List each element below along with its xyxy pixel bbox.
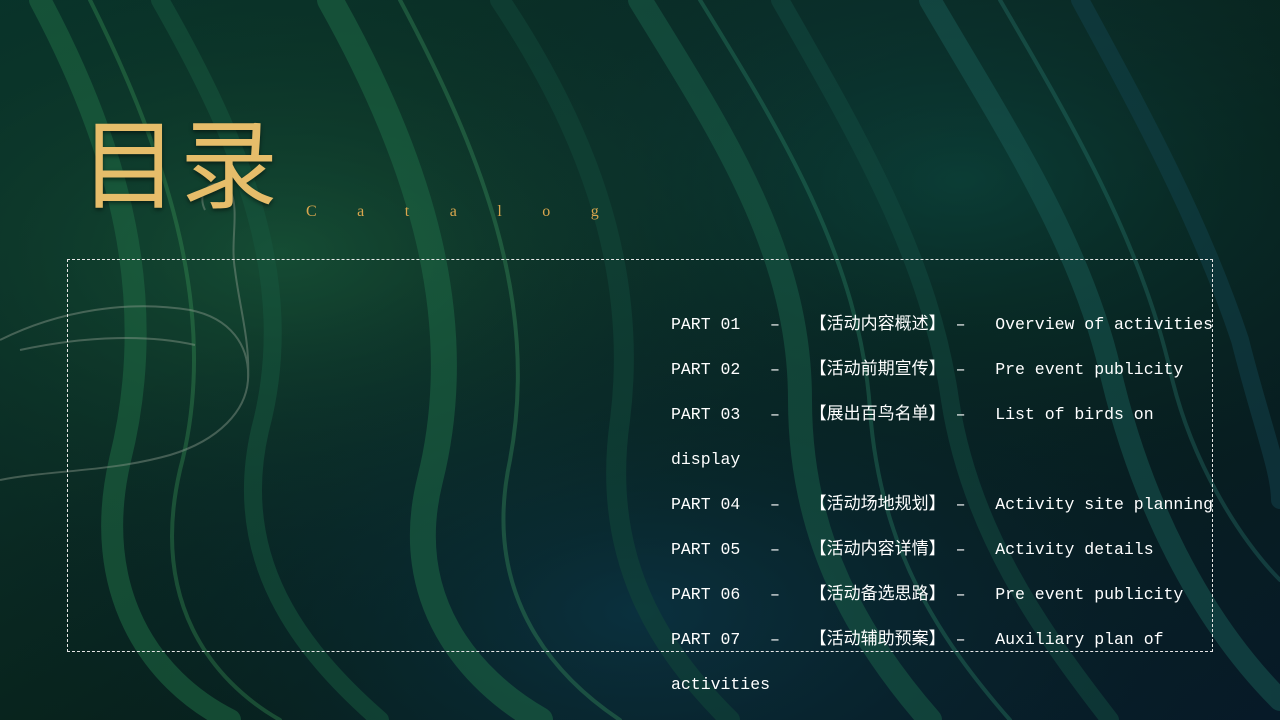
toc-item-03[interactable]: PART 03 – 【展出百鸟名单】 – List of birds on di… [671,392,1216,482]
toc-separator: – [955,315,966,334]
page-subtitle: Catalog [306,203,640,220]
toc-separator: – [955,630,966,649]
toc-chinese-title: 【活动场地规划】 [809,494,946,514]
toc-chinese-title: 【活动前期宣传】 [809,359,946,379]
toc-english-title: Overview of activities [995,315,1214,334]
toc-item-05[interactable]: PART 05 – 【活动内容详情】 – Activity details [671,527,1216,572]
toc-separator: – [955,405,966,424]
page-title: 目录 [80,110,281,224]
toc-separator: – [955,360,966,379]
table-of-contents: PART 01 – 【活动内容概述】 – Overview of activit… [671,302,1216,707]
toc-chinese-title: 【展出百鸟名单】 [809,404,946,424]
toc-english-title: Pre event publicity [995,585,1184,604]
toc-separator: – [770,360,780,379]
slide: 目录 Catalog PART 01 – 【活动内容概述】 – Overview… [0,0,1280,720]
toc-part-number: PART 05 [671,540,741,559]
toc-item-01[interactable]: PART 01 – 【活动内容概述】 – Overview of activit… [671,302,1216,347]
toc-separator: – [770,315,780,334]
toc-separator: – [770,495,780,514]
toc-item-04[interactable]: PART 04 – 【活动场地规划】 – Activity site plann… [671,482,1216,527]
toc-separator: – [955,585,966,604]
toc-part-number: PART 01 [671,315,741,334]
toc-part-number: PART 02 [671,360,741,379]
toc-chinese-title: 【活动辅助预案】 [809,629,946,649]
toc-separator: – [770,585,780,604]
toc-part-number: PART 03 [671,405,741,424]
toc-chinese-title: 【活动内容概述】 [809,314,946,334]
toc-english-title: Activity site planning [995,495,1214,514]
toc-separator: – [955,540,966,559]
toc-item-06[interactable]: PART 06 – 【活动备选思路】 – Pre event publicity [671,572,1216,617]
toc-separator: – [770,540,780,559]
toc-part-number: PART 06 [671,585,741,604]
toc-chinese-title: 【活动备选思路】 [809,584,946,604]
toc-english-title: Pre event publicity [995,360,1184,379]
toc-item-07[interactable]: PART 07 – 【活动辅助预案】 – Auxiliary plan of a… [671,617,1216,707]
toc-part-number: PART 04 [671,495,741,514]
toc-english-title: Activity details [995,540,1154,559]
toc-separator: – [955,495,966,514]
toc-part-number: PART 07 [671,630,741,649]
toc-item-02[interactable]: PART 02 – 【活动前期宣传】 – Pre event publicity [671,347,1216,392]
toc-separator: – [770,630,780,649]
toc-chinese-title: 【活动内容详情】 [809,539,946,559]
toc-separator: – [770,405,780,424]
